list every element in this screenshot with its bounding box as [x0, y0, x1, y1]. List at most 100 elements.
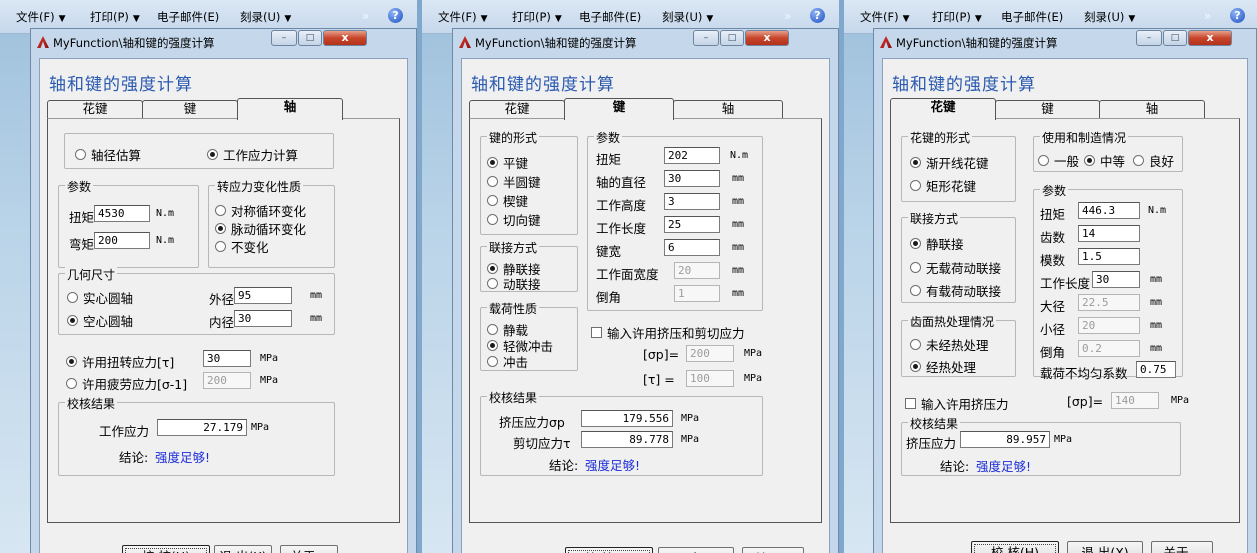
check-button[interactable]: 校 核(H): [122, 545, 210, 553]
radio-hollow-shaft[interactable]: 空心圆轴: [67, 311, 133, 330]
radio-rectangular[interactable]: 矩形花键: [910, 176, 976, 195]
tab-shaft[interactable]: 轴: [673, 100, 783, 119]
bending-input[interactable]: 200: [94, 232, 150, 249]
radio-dynamic-conn[interactable]: 动联接: [487, 274, 541, 293]
radio-allow-torsion[interactable]: 许用扭转应力[τ]: [66, 352, 174, 371]
outer-diameter-input[interactable]: 95: [234, 287, 292, 304]
radio-normal[interactable]: 一般: [1038, 151, 1079, 170]
check-button[interactable]: 校 核(H): [971, 541, 1059, 553]
key-diameter-input[interactable]: 30: [664, 170, 720, 187]
major-diameter-input[interactable]: 22.5: [1078, 294, 1140, 311]
menu-print[interactable]: 打印(P) ▼: [90, 9, 140, 25]
exit-button[interactable]: 退 出(X): [1067, 541, 1143, 553]
tab-spline[interactable]: 花键: [47, 100, 143, 119]
tab-key[interactable]: 键: [995, 100, 1100, 119]
spline-chamfer-input[interactable]: 0.2: [1078, 340, 1140, 357]
menu-email[interactable]: 电子邮件(E): [157, 9, 219, 25]
more-icon[interactable]: »: [1204, 9, 1211, 23]
input-allow-checkbox[interactable]: 输入许用挤压和剪切应力: [591, 323, 745, 342]
check-button[interactable]: 校 核(H): [565, 547, 653, 553]
allow-torsion-input[interactable]: 30: [203, 350, 251, 367]
key-height-input[interactable]: 3: [664, 193, 720, 210]
radio-good[interactable]: 良好: [1133, 151, 1174, 170]
tau-input[interactable]: 100: [686, 370, 734, 387]
exit-button[interactable]: 退 出(X): [658, 547, 734, 553]
maximize-button[interactable]: □: [298, 30, 322, 46]
key-chamfer-input[interactable]: 1: [674, 285, 720, 302]
more-icon[interactable]: »: [362, 9, 369, 23]
spline-crush-label: 挤压应力: [906, 436, 957, 451]
module-input[interactable]: 1.5: [1078, 248, 1140, 265]
help-icon[interactable]: ?: [1230, 8, 1245, 23]
menu-file[interactable]: 文件(F) ▼: [16, 9, 66, 25]
help-icon[interactable]: ?: [388, 8, 403, 23]
radio-impact[interactable]: 冲击: [487, 352, 528, 371]
key-length-input[interactable]: 25: [664, 216, 720, 233]
maximize-button[interactable]: □: [720, 30, 744, 46]
close-button[interactable]: x: [323, 30, 367, 46]
torque-input[interactable]: 4530: [94, 205, 150, 222]
key-length-label: 工作长度: [596, 221, 647, 236]
spline-torque-input[interactable]: 446.3: [1078, 202, 1140, 219]
tab-spline[interactable]: 花键: [469, 100, 565, 119]
menu-print[interactable]: 打印(P) ▼: [512, 9, 562, 25]
radio-wedge-key[interactable]: 楔键: [487, 191, 528, 210]
more-icon[interactable]: »: [784, 9, 791, 23]
radio-heat[interactable]: 经热处理: [910, 357, 976, 376]
menu-email[interactable]: 电子邮件(E): [1001, 9, 1063, 25]
key-conn-group: 联接方式 静联接 动联接: [480, 239, 578, 293]
radio-pulsating[interactable]: 脉动循环变化: [215, 219, 306, 238]
radio-flat-key[interactable]: 平键: [487, 153, 528, 172]
key-torque-input[interactable]: 202: [664, 147, 720, 164]
radio-half-key[interactable]: 半圆键: [487, 172, 541, 191]
help-icon[interactable]: ?: [810, 8, 825, 23]
menu-file[interactable]: 文件(F) ▼: [438, 9, 488, 25]
radio-solid-shaft[interactable]: 实心圆轴: [67, 288, 133, 307]
radio-symmetric[interactable]: 对称循环变化: [215, 201, 306, 220]
menu-email[interactable]: 电子邮件(E): [579, 9, 641, 25]
radio-tangent-key[interactable]: 切向键: [487, 210, 541, 229]
input-allow-crush-checkbox[interactable]: 输入许用挤压力: [905, 394, 1009, 413]
radio-constant[interactable]: 不变化: [215, 237, 269, 256]
radio-dyn-noload[interactable]: 无载荷动联接: [910, 258, 1001, 277]
allow-fatigue-input[interactable]: 200: [203, 372, 251, 389]
maximize-button[interactable]: □: [1163, 30, 1187, 46]
radio-dyn-load[interactable]: 有载荷动联接: [910, 281, 1001, 300]
about-button[interactable]: 关于...: [280, 545, 338, 553]
tab-shaft[interactable]: 轴: [1099, 100, 1205, 119]
radio-allow-fatigue[interactable]: 许用疲劳应力[σ-1]: [66, 374, 187, 393]
spline-sp-input[interactable]: 140: [1111, 392, 1159, 409]
menu-burn[interactable]: 刻录(U) ▼: [662, 9, 713, 25]
exit-button[interactable]: 退 出(X): [214, 545, 272, 553]
radio-involute[interactable]: 渐开线花键: [910, 153, 989, 172]
tab-key[interactable]: 键: [142, 100, 238, 119]
minimize-button[interactable]: –: [1136, 30, 1162, 46]
tab-spline[interactable]: 花键: [890, 98, 996, 120]
radio-no-heat[interactable]: 未经热处理: [910, 335, 989, 354]
minimize-button[interactable]: –: [271, 30, 297, 46]
menu-file[interactable]: 文件(F) ▼: [860, 9, 910, 25]
menu-print[interactable]: 打印(P) ▼: [932, 9, 982, 25]
teeth-input[interactable]: 14: [1078, 225, 1140, 242]
radio-work-stress[interactable]: 工作应力计算: [207, 145, 298, 164]
radio-spline-static[interactable]: 静联接: [910, 234, 964, 253]
key-width-input[interactable]: 6: [664, 239, 720, 256]
tab-key[interactable]: 键: [564, 98, 674, 120]
close-button[interactable]: x: [1188, 30, 1232, 46]
minimize-button[interactable]: –: [693, 30, 719, 46]
minor-diameter-input[interactable]: 20: [1078, 317, 1140, 334]
inner-diameter-input[interactable]: 30: [234, 310, 292, 327]
spline-params-group: 参数 扭矩 446.3 N.m 齿数 14 模数 1.5 工作长度 30 mm …: [1033, 182, 1183, 381]
radio-shaft-estimate[interactable]: 轴径估算: [75, 145, 141, 164]
uneven-coef-input[interactable]: 0.75: [1136, 361, 1176, 378]
menu-burn[interactable]: 刻录(U) ▼: [1084, 9, 1135, 25]
tab-shaft[interactable]: 轴: [237, 98, 343, 120]
sp-input[interactable]: 200: [686, 345, 734, 362]
spline-length-input[interactable]: 30: [1092, 271, 1140, 288]
close-button[interactable]: x: [745, 30, 789, 46]
menu-burn[interactable]: 刻录(U) ▼: [240, 9, 291, 25]
about-button[interactable]: 关于...: [1151, 541, 1213, 553]
about-button[interactable]: 关于...: [742, 547, 804, 553]
key-face-input[interactable]: 20: [674, 262, 720, 279]
radio-medium[interactable]: 中等: [1084, 151, 1125, 170]
